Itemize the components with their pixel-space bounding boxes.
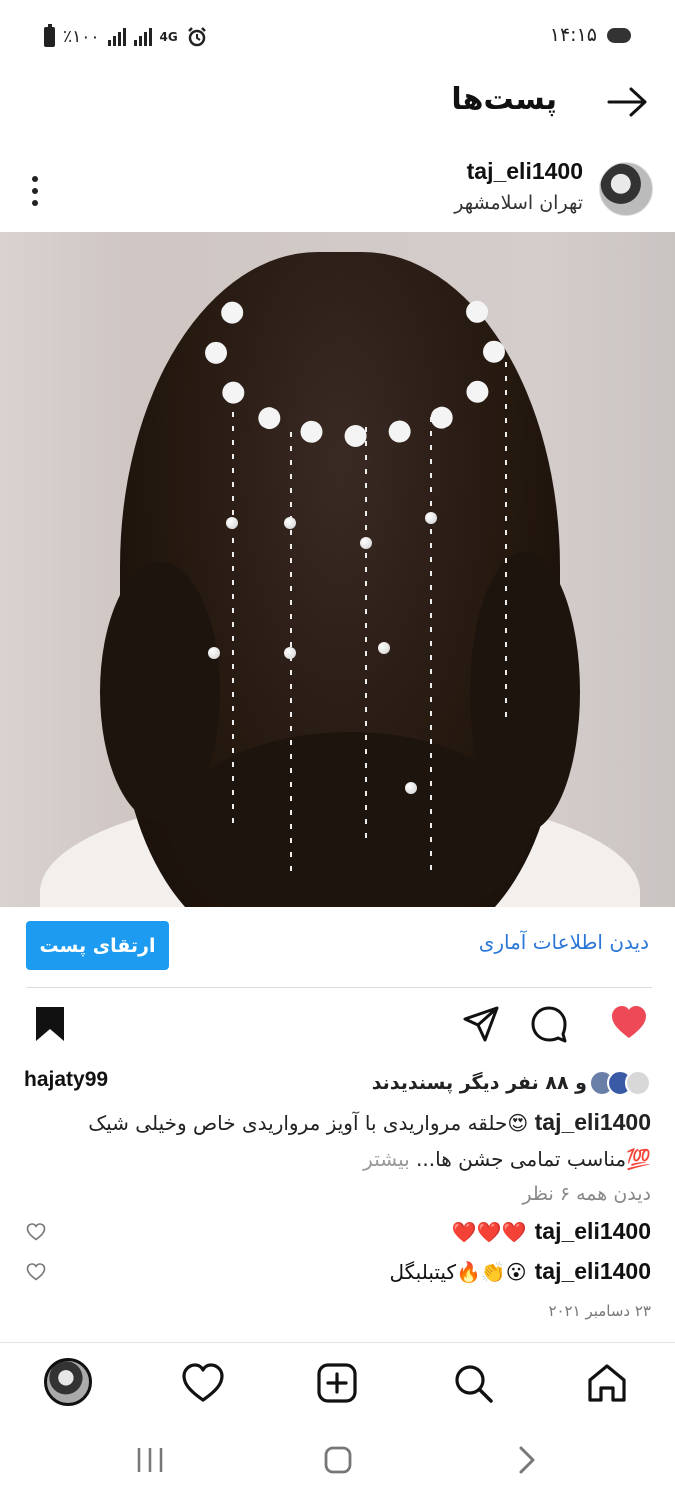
image-strand [232, 412, 234, 832]
battery-text: ٪۱۰۰ [63, 27, 100, 47]
caption-username[interactable]: taj_eli1400 [535, 1109, 651, 1135]
image-pearl [378, 642, 390, 654]
image-pearl [226, 517, 238, 529]
more-options-icon[interactable] [30, 176, 40, 206]
post-header: taj_eli1400 تهران اسلامشهر [0, 150, 675, 230]
image-pearl [425, 512, 437, 524]
alarm-icon [187, 27, 206, 47]
bottom-nav-divider [0, 1342, 675, 1343]
status-left: ٪۱۰۰ 4G [44, 24, 208, 48]
author-avatar[interactable] [599, 162, 653, 216]
activity-heart-icon[interactable] [180, 1360, 226, 1406]
page-title: پست‌ها [451, 82, 557, 117]
app-header: پست‌ها [0, 72, 675, 140]
back-arrow-icon[interactable] [607, 86, 649, 118]
battery-icon [44, 24, 55, 47]
status-right: ۱۴:۱۵ [550, 24, 631, 46]
image-strand [365, 427, 367, 847]
home-icon[interactable] [584, 1360, 630, 1406]
liker-avatars [589, 1070, 651, 1096]
post-date: ۲۳ دسامبر ۲۰۲۱ [548, 1302, 651, 1320]
image-strand [430, 417, 432, 877]
liker-avatar [625, 1070, 651, 1096]
signal-icon-2 [133, 28, 152, 46]
post-location[interactable]: تهران اسلامشهر [454, 192, 583, 214]
comment-like-icon[interactable] [26, 1262, 46, 1282]
divider [26, 987, 652, 988]
caption-line2: 💯مناسب تمامی جشن ها... [416, 1147, 651, 1171]
bookmark-icon[interactable] [30, 1004, 70, 1044]
search-icon[interactable] [450, 1360, 496, 1406]
cloud-icon [607, 27, 631, 43]
author-username[interactable]: taj_eli1400 [467, 158, 583, 185]
image-pearl [360, 537, 372, 549]
back-system-icon[interactable] [507, 1440, 547, 1480]
image-strand [505, 362, 507, 722]
comment-username[interactable]: taj_eli1400 [535, 1258, 651, 1285]
recent-apps-icon[interactable] [130, 1440, 170, 1480]
caption-more-link[interactable]: بیشتر [363, 1147, 410, 1171]
promote-post-button[interactable]: ارتقای پست [26, 921, 169, 970]
comment-row: taj_eli1400 😮👏🔥کیتبلبگل [389, 1258, 651, 1285]
add-post-icon[interactable] [314, 1360, 360, 1406]
network-type: 4G [159, 30, 178, 44]
comment-username[interactable]: taj_eli1400 [535, 1218, 651, 1245]
comment-row: taj_eli1400 ❤️❤️❤️ [452, 1218, 651, 1245]
view-all-comments-link[interactable]: دیدن همه ۶ نظر [522, 1183, 651, 1205]
likes-text: و ۸۸ نفر دیگر پسندیدند [371, 1072, 587, 1094]
home-system-icon[interactable] [318, 1440, 358, 1480]
post-image[interactable] [0, 232, 675, 907]
image-pearl [405, 782, 417, 794]
comment-text: ❤️❤️❤️ [451, 1219, 527, 1244]
image-pearl [284, 647, 296, 659]
post-caption: taj_eli1400 😍حلقه مرواریدی با آویز مروار… [28, 1104, 651, 1177]
view-insights-link[interactable]: دیدن اطلاعات آماری [479, 930, 649, 954]
comment-text: 😮👏🔥کیتبلبگل [389, 1259, 527, 1284]
signal-icon [107, 28, 126, 46]
likes-username[interactable]: hajaty99 [24, 1068, 108, 1092]
clock: ۱۴:۱۵ [549, 24, 597, 46]
profile-avatar[interactable] [44, 1358, 92, 1406]
image-pearl [284, 517, 296, 529]
share-icon[interactable] [461, 1004, 501, 1044]
comment-like-icon[interactable] [26, 1222, 46, 1242]
comment-icon[interactable] [529, 1004, 569, 1044]
likes-summary[interactable]: و ۸۸ نفر دیگر پسندیدند [372, 1066, 651, 1100]
like-heart-icon[interactable] [609, 1003, 649, 1043]
caption-line1: 😍حلقه مرواریدی با آویز مرواریدی خاص وخیل… [88, 1111, 529, 1135]
image-pearl [208, 647, 220, 659]
status-bar: ٪۱۰۰ 4G ۱۴:۱۵ [0, 0, 675, 72]
image-pearl-crown [205, 257, 505, 447]
